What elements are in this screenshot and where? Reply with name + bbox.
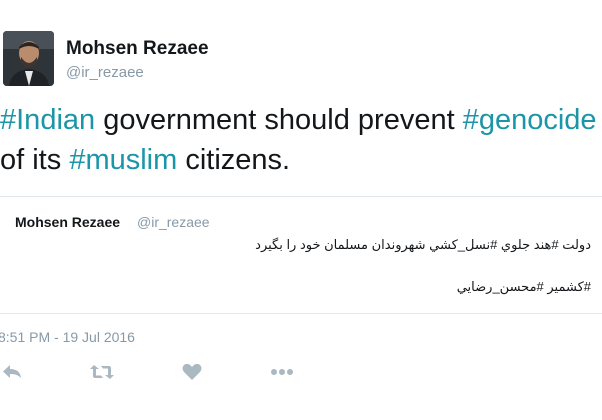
like-button[interactable] [180, 362, 204, 382]
hashtag-link[interactable]: #genocide [463, 104, 597, 136]
avatar[interactable] [3, 31, 54, 86]
tweet-text: #Indian government should prevent #genoc… [0, 100, 602, 180]
tweet-timestamp[interactable]: 8:51 PM - 19 Jul 2016 [0, 329, 135, 345]
quoted-tweet-line: #كشمير #محسن_رضايي [456, 279, 591, 294]
quoted-author-name: Mohsen Rezaee [15, 214, 121, 230]
quoted-tweet-line: دولت #هند جلوي #نسل_كشي شهروندان مسلمان … [255, 237, 591, 252]
hashtag-link[interactable]: #Indian [0, 104, 95, 136]
quoted-author-handle: @ir_rezaee [137, 214, 210, 230]
heart-icon [182, 363, 202, 380]
tweet-text-segment: citizens. [177, 144, 291, 176]
reply-icon [3, 365, 21, 378]
reply-button[interactable] [0, 362, 24, 382]
quoted-tweet[interactable]: Mohsen Rezaee @ir_rezaee دولت #هند جلوي … [0, 196, 602, 314]
retweet-button[interactable] [89, 362, 115, 382]
tweet-text-segment: government should prevent [95, 104, 463, 136]
retweet-icon [90, 365, 114, 379]
author-name[interactable]: Mohsen Rezaee [66, 38, 209, 60]
tweet-text-segment: of its [0, 144, 70, 176]
avatar-image [3, 31, 54, 86]
more-icon [271, 369, 293, 375]
more-button[interactable] [268, 362, 296, 382]
hashtag-link[interactable]: #muslim [69, 144, 177, 176]
author-handle[interactable]: @ir_rezaee [66, 64, 144, 81]
